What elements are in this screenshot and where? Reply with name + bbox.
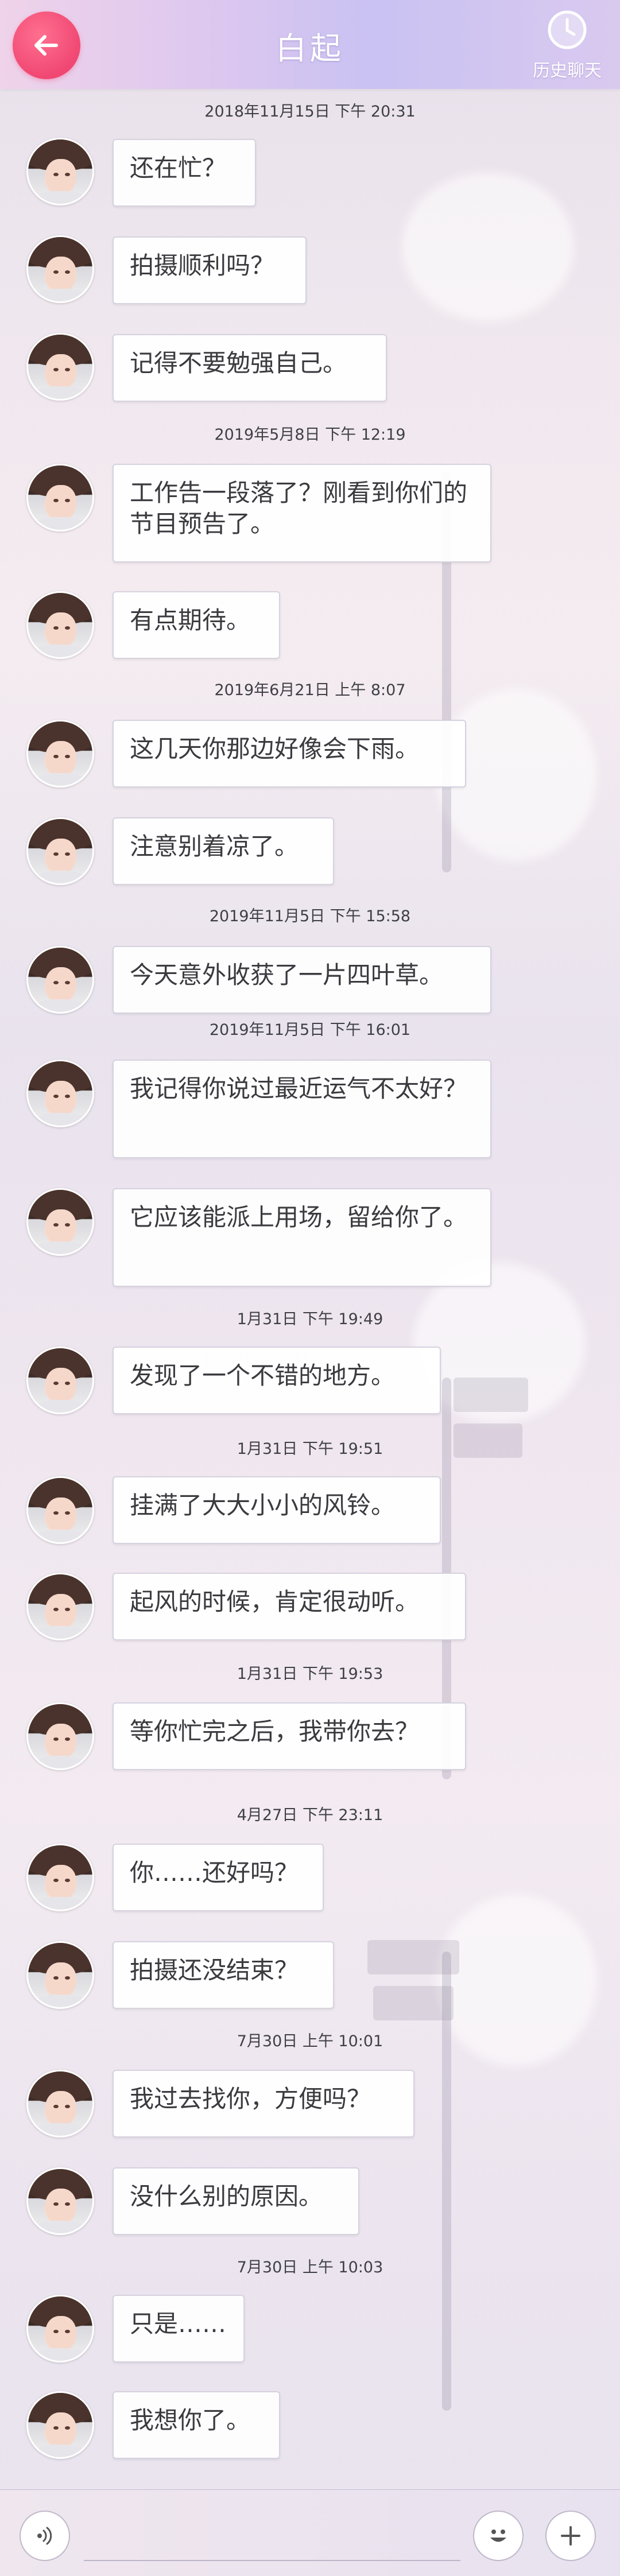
plus-icon: [561, 2526, 580, 2546]
avatar[interactable]: [26, 720, 94, 787]
message-bubble[interactable]: 你……还好吗？: [113, 1844, 324, 1911]
avatar[interactable]: [26, 2391, 94, 2459]
timestamp: 1月31日 下午 19:49: [237, 1310, 383, 1328]
message-bubble[interactable]: 工作告一段落了？刚看到你们的节目预告了。: [113, 464, 491, 562]
message-bubble[interactable]: 这几天你那边好像会下雨。: [113, 720, 466, 787]
message-bubble[interactable]: 还在忙？: [113, 139, 256, 207]
timestamp: 2019年11月5日 下午 16:01: [209, 1021, 411, 1039]
avatar[interactable]: [26, 817, 94, 885]
plus-button[interactable]: [545, 2511, 596, 2561]
message-bubble[interactable]: 注意别着凉了。: [113, 817, 334, 885]
message-bubble[interactable]: 有点期待。: [113, 591, 280, 659]
message-bubble[interactable]: 我记得你说过最近运气不太好？: [113, 1060, 491, 1158]
avatar[interactable]: [26, 138, 94, 205]
voice-icon: [37, 2527, 52, 2545]
avatar[interactable]: [26, 464, 94, 532]
avatar[interactable]: [26, 1702, 94, 1770]
message-bubble[interactable]: 记得不要勉强自己。: [113, 334, 387, 402]
timestamp: 2019年11月5日 下午 15:58: [209, 907, 411, 925]
avatar[interactable]: [26, 235, 94, 303]
avatar[interactable]: [26, 2295, 94, 2362]
history-chat-button[interactable]: 历史聊天: [527, 7, 607, 82]
emoji-button[interactable]: [473, 2511, 524, 2561]
avatar[interactable]: [26, 1941, 94, 2009]
message-bubble[interactable]: 没什么别的原因。: [113, 2167, 359, 2235]
timestamp: 7月30日 上午 10:03: [237, 2259, 383, 2276]
header-bar: 白起 历史聊天: [0, 0, 620, 89]
timestamp: 7月30日 上午 10:01: [237, 2032, 383, 2050]
message-bubble[interactable]: 我想你了。: [113, 2391, 280, 2459]
avatar[interactable]: [26, 1844, 94, 1911]
message-bubble[interactable]: 拍摄还没结束？: [113, 1941, 334, 2009]
timestamp: 2019年6月21日 上午 8:07: [214, 681, 406, 699]
message-bubble[interactable]: 起风的时候，肯定很动听。: [113, 1573, 466, 1640]
clock-icon: [548, 10, 587, 49]
avatar[interactable]: [26, 1347, 94, 1414]
message-bubble[interactable]: 它应该能派上用场，留给你了。: [113, 1188, 491, 1287]
input-bar: [0, 2489, 620, 2576]
chat-area: 2018年11月15日 下午 20:31 还在忙？ 拍摄顺利吗？ 记得不要勉强自…: [0, 0, 620, 2575]
message-input[interactable]: [84, 2560, 460, 2561]
avatar[interactable]: [26, 2167, 94, 2235]
message-bubble[interactable]: 发现了一个不错的地方。: [113, 1347, 441, 1414]
message-bubble[interactable]: 等你忙完之后，我带你去？: [113, 1702, 466, 1770]
message-bubble[interactable]: 只是……: [113, 2295, 245, 2362]
avatar[interactable]: [26, 333, 94, 401]
avatar[interactable]: [26, 946, 94, 1014]
avatar[interactable]: [26, 1573, 94, 1640]
emoji-icon: [490, 2530, 506, 2542]
timestamp: 2018年11月15日 下午 20:31: [204, 103, 416, 121]
avatar[interactable]: [26, 591, 94, 659]
message-bubble[interactable]: 今天意外收获了一片四叶草。: [113, 946, 491, 1014]
avatar[interactable]: [26, 2070, 94, 2137]
timestamp: 2019年5月8日 下午 12:19: [214, 426, 406, 444]
history-chat-label: 历史聊天: [533, 61, 602, 81]
voice-button[interactable]: [20, 2511, 70, 2561]
message-bubble[interactable]: 拍摄顺利吗？: [113, 236, 307, 304]
avatar[interactable]: [26, 1476, 94, 1544]
timestamp: 1月31日 下午 19:53: [237, 1665, 383, 1683]
avatar[interactable]: [26, 1060, 94, 1127]
timestamp: 1月31日 下午 19:51: [237, 1440, 383, 1458]
message-bubble[interactable]: 挂满了大大小小的风铃。: [113, 1476, 441, 1544]
message-bubble[interactable]: 我过去找你，方便吗？: [113, 2070, 414, 2137]
timestamp: 4月27日 下午 23:11: [237, 1806, 383, 1824]
avatar[interactable]: [26, 1188, 94, 1256]
